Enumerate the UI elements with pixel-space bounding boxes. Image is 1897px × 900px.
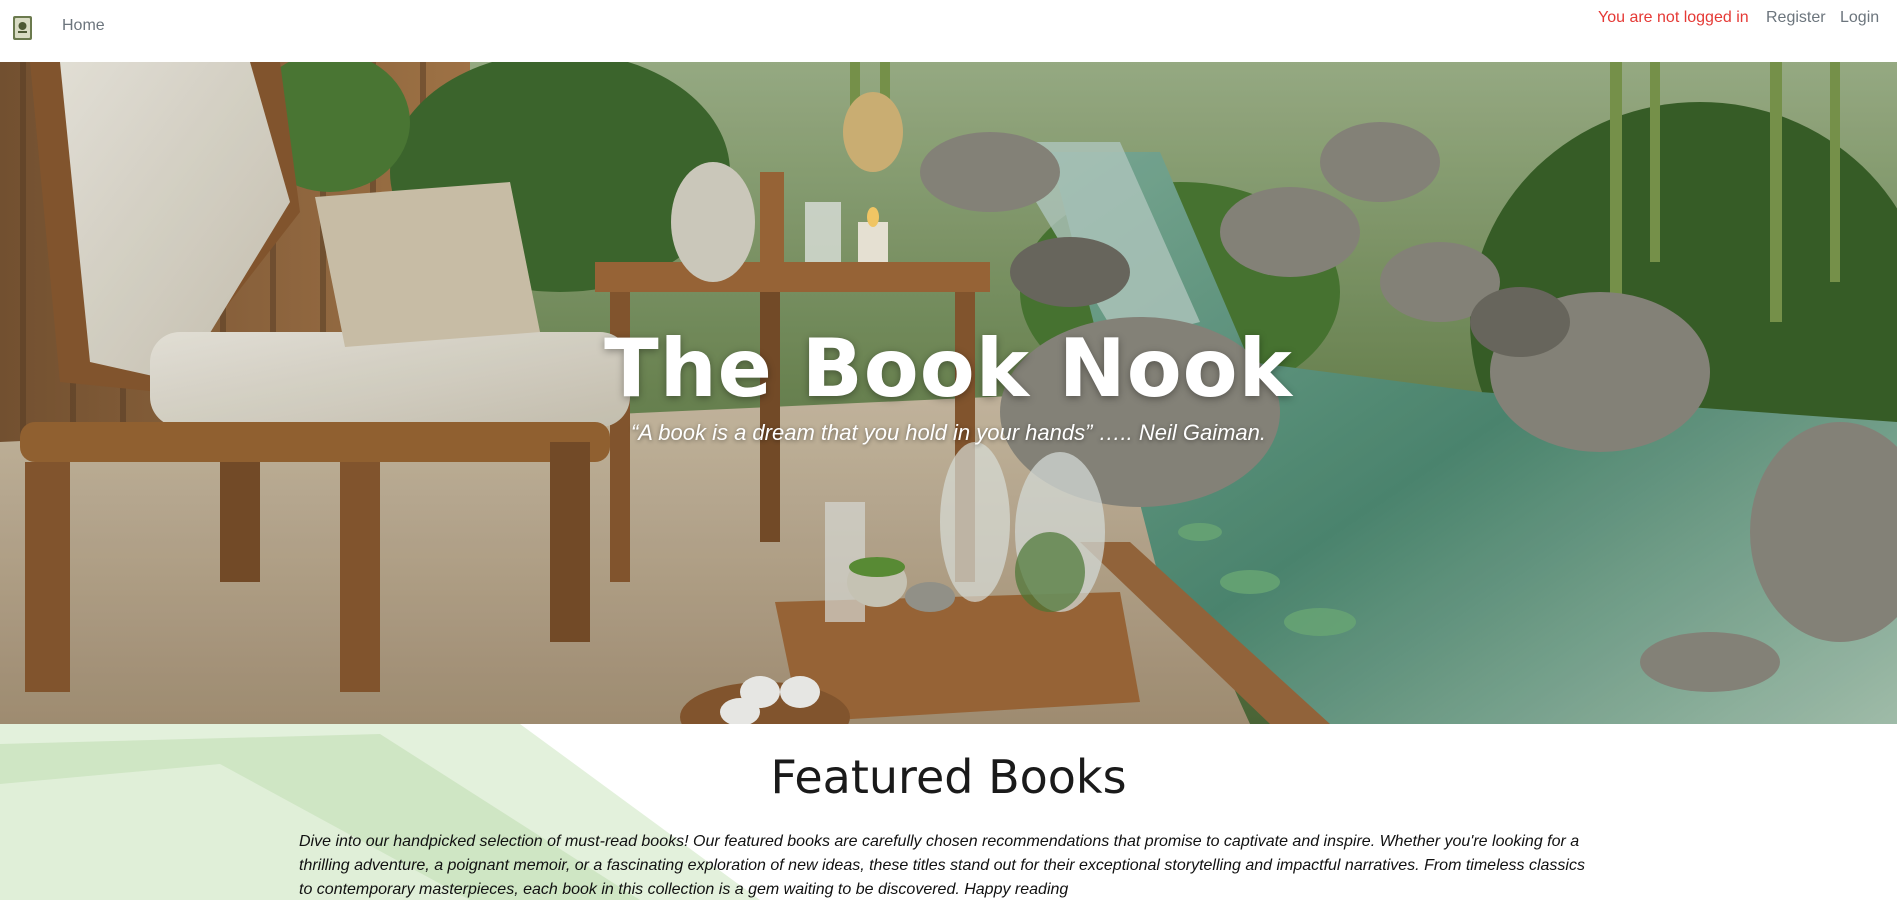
register-link[interactable]: Register	[1766, 9, 1826, 27]
featured-description: Dive into our handpicked selection of mu…	[299, 833, 1585, 898]
featured-section: Featured Books Dive into our handpicked …	[0, 724, 1897, 900]
navbar: Home You are not logged in Register Logi…	[0, 0, 1897, 62]
book-logo-icon[interactable]	[10, 14, 35, 42]
hero-banner: The Book Nook “A book is a dream that yo…	[0, 62, 1897, 724]
featured-heading: Featured Books	[770, 750, 1127, 804]
hero-quote: “A book is a dream that you hold in your…	[630, 420, 1267, 445]
hero-title: The Book Nook	[604, 322, 1293, 415]
login-link[interactable]: Login	[1840, 9, 1879, 27]
login-status-text: You are not logged in	[1598, 9, 1749, 26]
nav-home-link[interactable]: Home	[62, 17, 105, 35]
